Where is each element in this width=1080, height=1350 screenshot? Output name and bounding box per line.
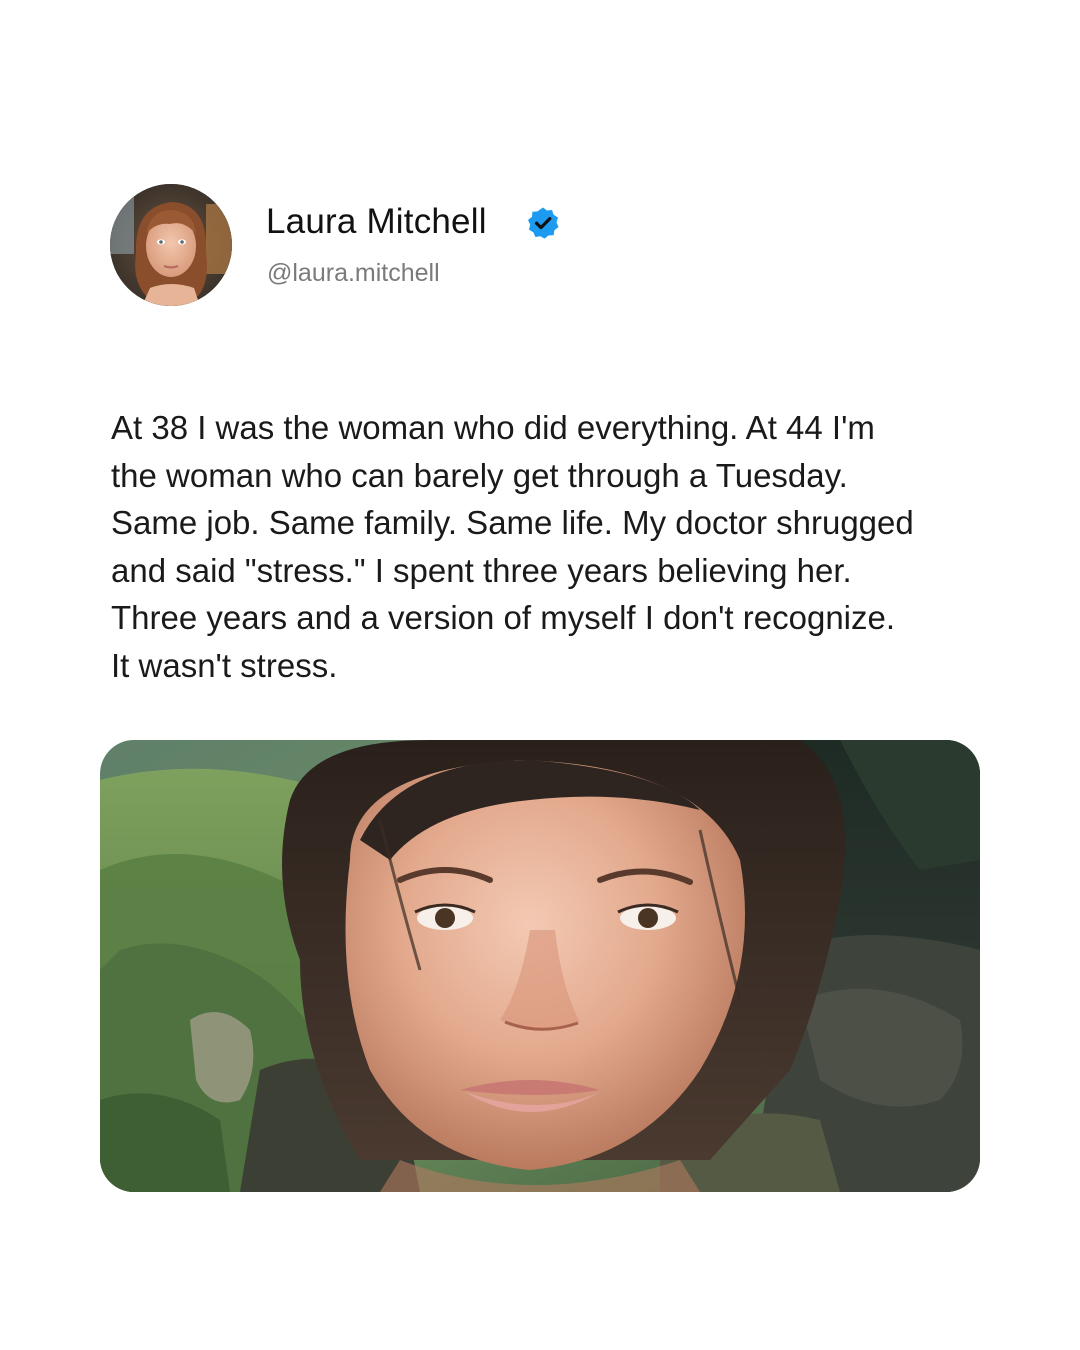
author-name[interactable]: Laura Mitchell (266, 202, 487, 242)
post-text: At 38 I was the woman who did everything… (111, 404, 1031, 689)
post-text-line: the woman who can barely get through a T… (111, 456, 848, 494)
selfie-photo-icon (100, 740, 980, 1192)
post-text-line: Three years and a version of myself I do… (111, 599, 896, 636)
post-text-line: At 38 I was the woman who did everything… (111, 409, 875, 446)
post-header: Laura Mitchell @laura.mitchell (110, 184, 710, 306)
verified-badge-icon (526, 206, 560, 240)
post-image[interactable] (100, 740, 980, 1192)
avatar-photo-icon (110, 184, 232, 306)
post-text-line: and said "stress." I spent three years b… (111, 551, 852, 589)
post-text-line: Same job. Same family. Same life. My doc… (111, 504, 914, 541)
author-handle[interactable]: @laura.mitchell (267, 258, 440, 288)
avatar[interactable] (110, 184, 232, 306)
post-text-line: It wasn't stress. (111, 646, 338, 684)
